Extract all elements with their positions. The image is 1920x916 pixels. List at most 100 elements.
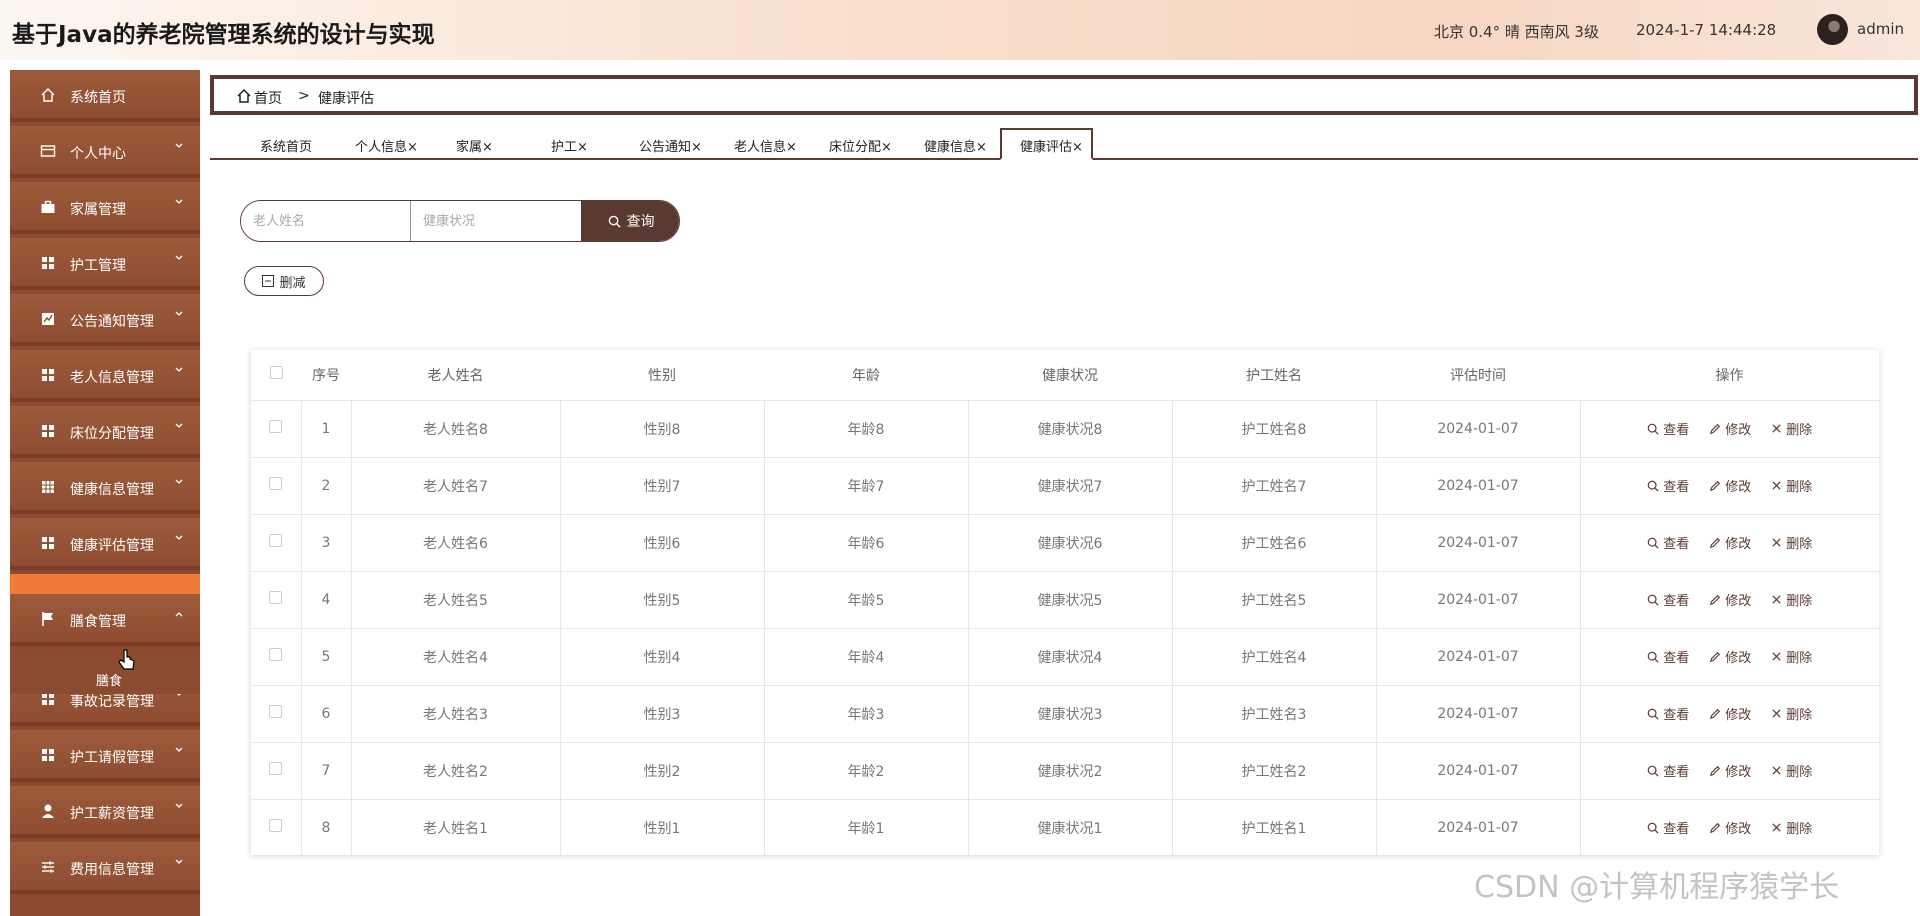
row-checkbox[interactable] xyxy=(269,420,283,433)
sidebar-item-5[interactable]: 老人信息管理 xyxy=(10,350,200,402)
sidebar-item-11[interactable]: 护工请假管理 xyxy=(10,730,200,782)
row-actions: 查看 修改 删除 xyxy=(1580,513,1879,571)
edit-button[interactable]: 修改 xyxy=(1709,761,1751,780)
view-button[interactable]: 查看 xyxy=(1647,533,1689,552)
view-button[interactable]: 查看 xyxy=(1647,476,1689,495)
row-age: 年龄3 xyxy=(764,684,969,742)
delete-button[interactable]: 删除 xyxy=(1771,419,1812,438)
row-checkbox[interactable] xyxy=(269,648,283,661)
search-icon xyxy=(1647,651,1659,663)
sidebar-item-1[interactable]: 个人中心 xyxy=(10,126,200,178)
row-age: 年龄5 xyxy=(764,570,969,628)
edit-label: 修改 xyxy=(1725,594,1752,609)
delete-button[interactable]: 删除 xyxy=(1771,590,1812,609)
row-gender: 性别6 xyxy=(560,513,765,571)
row-checkbox[interactable] xyxy=(269,591,283,604)
health-status-input[interactable] xyxy=(411,201,581,241)
search-button-label: 查询 xyxy=(626,214,655,230)
tab-health-assessment[interactable]: 健康评估× xyxy=(1000,128,1093,160)
batch-delete-button[interactable]: 删减 xyxy=(244,266,324,296)
view-button[interactable]: 查看 xyxy=(1647,647,1689,666)
row-checkbox[interactable] xyxy=(269,762,283,775)
delete-button[interactable]: 删除 xyxy=(1771,533,1812,552)
delete-button[interactable]: 删除 xyxy=(1771,761,1812,780)
table-row[interactable]: 7 老人姓名2 性别2 年龄2 健康状况2 护工姓名2 2024-01-07 查看 修改 删除 xyxy=(251,741,1879,799)
sidebar-item-8[interactable]: 健康评估管理 xyxy=(10,518,200,570)
edit-button[interactable]: 修改 xyxy=(1709,590,1751,609)
table-row[interactable]: 8 老人姓名1 性别1 年龄1 健康状况1 护工姓名1 2024-01-07 查看 修改 删除 xyxy=(251,798,1879,856)
view-label: 查看 xyxy=(1663,651,1690,666)
tab-bed[interactable]: 床位分配× xyxy=(829,128,892,158)
select-all-checkbox[interactable] xyxy=(269,366,283,380)
view-button[interactable]: 查看 xyxy=(1647,818,1689,837)
sidebar-item-2[interactable]: 家属管理 xyxy=(10,182,200,234)
chart-icon xyxy=(40,311,56,327)
sidebar-item-label: 老人信息管理 xyxy=(70,370,154,386)
view-label: 查看 xyxy=(1663,423,1690,438)
delete-label: 删除 xyxy=(1786,537,1813,552)
sidebar-item-6[interactable]: 床位分配管理 xyxy=(10,406,200,458)
sidebar-item-3[interactable]: 护工管理 xyxy=(10,238,200,290)
watermark: CSDN @计算机程序猿学长 xyxy=(1474,870,1840,905)
row-checkbox[interactable] xyxy=(269,705,283,718)
delete-button[interactable]: 删除 xyxy=(1771,818,1812,837)
search-bar: 查询 xyxy=(240,200,680,242)
edit-button[interactable]: 修改 xyxy=(1709,704,1751,723)
sidebar-item-13[interactable]: 费用信息管理 xyxy=(10,842,200,894)
row-checkbox[interactable] xyxy=(269,819,283,833)
row-assess-time: 2024-01-07 xyxy=(1376,570,1581,628)
delete-button[interactable]: 删除 xyxy=(1771,476,1812,495)
sidebar-item-label: 护工薪资管理 xyxy=(70,806,154,822)
search-button[interactable]: 查询 xyxy=(581,201,679,241)
chevron-down-icon xyxy=(174,364,184,378)
chevron-down-icon xyxy=(174,252,184,266)
edit-button[interactable]: 修改 xyxy=(1709,476,1751,495)
sidebar-item-label: 护工管理 xyxy=(70,258,126,274)
row-checkbox[interactable] xyxy=(269,534,283,547)
breadcrumb-home[interactable]: 首页 xyxy=(254,88,282,108)
delete-button[interactable]: 删除 xyxy=(1771,647,1812,666)
tab-personal-info[interactable]: 个人信息× xyxy=(355,128,418,158)
row-actions: 查看 修改 删除 xyxy=(1580,570,1879,628)
tab-health-info[interactable]: 健康信息× xyxy=(924,128,987,158)
sidebar-item-7[interactable]: 健康信息管理 xyxy=(10,462,200,514)
data-table: 序号 老人姓名 性别 年龄 健康状况 护工姓名 评估时间 操作 1 老人姓名8 性别… xyxy=(251,350,1879,856)
sidebar-item-9[interactable]: 膳食管理 xyxy=(10,594,200,646)
col-nurse-name: 护工姓名 xyxy=(1246,367,1302,384)
row-gender: 性别8 xyxy=(560,399,765,457)
tab-caregiver[interactable]: 护工× xyxy=(551,128,588,158)
row-elder-name: 老人姓名6 xyxy=(351,513,561,571)
sidebar-item-12[interactable]: 护工薪资管理 xyxy=(10,786,200,838)
tab-home[interactable]: 系统首页 xyxy=(260,128,312,158)
table-row[interactable]: 4 老人姓名5 性别5 年龄5 健康状况5 护工姓名5 2024-01-07 查看 修改 删除 xyxy=(251,570,1879,628)
edit-button[interactable]: 修改 xyxy=(1709,533,1751,552)
edit-button[interactable]: 修改 xyxy=(1709,818,1751,837)
delete-button[interactable]: 删除 xyxy=(1771,704,1812,723)
search-icon xyxy=(1647,480,1659,492)
table-row[interactable]: 1 老人姓名8 性别8 年龄8 健康状况8 护工姓名8 2024-01-07 查看 修改 删除 xyxy=(251,399,1879,457)
table-row[interactable]: 5 老人姓名4 性别4 年龄4 健康状况4 护工姓名4 2024-01-07 查看 修改 删除 xyxy=(251,627,1879,685)
batch-delete-label: 删减 xyxy=(279,275,306,291)
row-assess-time: 2024-01-07 xyxy=(1376,627,1581,685)
view-button[interactable]: 查看 xyxy=(1647,419,1689,438)
tab-notice[interactable]: 公告通知× xyxy=(639,128,702,158)
row-health-status: 健康状况7 xyxy=(968,456,1173,514)
view-button[interactable]: 查看 xyxy=(1647,590,1689,609)
view-button[interactable]: 查看 xyxy=(1647,761,1689,780)
tab-elder-info[interactable]: 老人信息× xyxy=(734,128,797,158)
table-row[interactable]: 2 老人姓名7 性别7 年龄7 健康状况7 护工姓名7 2024-01-07 查看 修改 删除 xyxy=(251,456,1879,514)
table-row[interactable]: 3 老人姓名6 性别6 年龄6 健康状况6 护工姓名6 2024-01-07 查看 修改 删除 xyxy=(251,513,1879,571)
tab-family[interactable]: 家属× xyxy=(456,128,493,158)
elder-name-input[interactable] xyxy=(241,201,411,241)
row-actions: 查看 修改 删除 xyxy=(1580,456,1879,514)
sidebar-subitem-meal[interactable]: 膳食 xyxy=(10,654,200,694)
view-button[interactable]: 查看 xyxy=(1647,704,1689,723)
table-row[interactable]: 6 老人姓名3 性别3 年龄3 健康状况3 护工姓名3 2024-01-07 查看 修改 删除 xyxy=(251,684,1879,742)
edit-button[interactable]: 修改 xyxy=(1709,419,1751,438)
sidebar-item-4[interactable]: 公告通知管理 xyxy=(10,294,200,346)
edit-button[interactable]: 修改 xyxy=(1709,647,1751,666)
avatar[interactable] xyxy=(1817,14,1848,45)
sidebar-item-0[interactable]: 系统首页 xyxy=(10,70,200,122)
username[interactable]: admin xyxy=(1857,20,1904,38)
row-checkbox[interactable] xyxy=(269,477,283,490)
